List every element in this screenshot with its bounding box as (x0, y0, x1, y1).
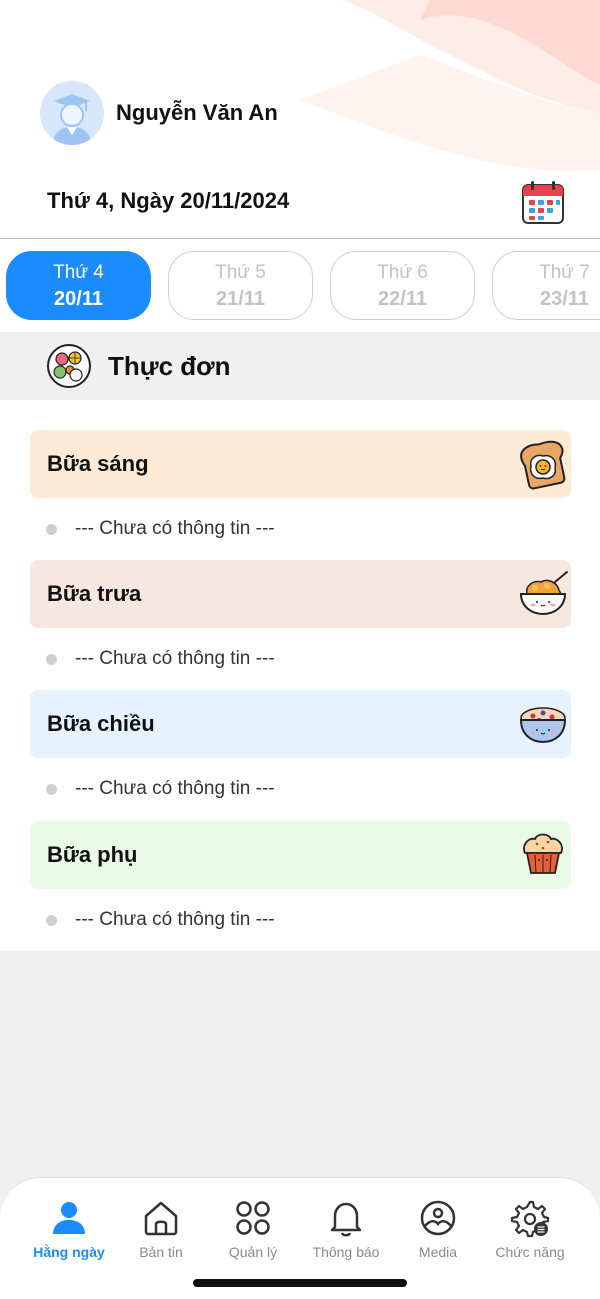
day-date: 20/11 (54, 287, 103, 310)
user-name: Nguyễn Văn An (116, 100, 278, 125)
day-weekday: Thứ 7 (539, 261, 590, 283)
day-date: 23/11 (540, 287, 589, 310)
bell-icon (330, 1202, 362, 1237)
person-icon (53, 1202, 85, 1234)
day-date: 21/11 (216, 287, 265, 310)
tab-news[interactable]: Bản tin (115, 1198, 207, 1260)
day-selector[interactable]: Thứ 4 20/11 Thứ 5 21/11 Thứ 6 22/11 Thứ … (0, 239, 600, 332)
tab-media[interactable]: Media (392, 1198, 484, 1260)
tab-label: Bản tin (139, 1244, 183, 1260)
tab-label: Quản lý (228, 1244, 278, 1260)
meal-lunch[interactable]: Bữa trưa (30, 560, 571, 628)
calendar-button[interactable] (520, 180, 566, 226)
day-tab-3[interactable]: Thứ 7 23/11 (492, 251, 600, 320)
tab-label: Media (418, 1244, 458, 1260)
bullet-dot (46, 523, 57, 535)
current-date: Thứ 4, Ngày 20/11/2024 (47, 188, 290, 213)
meal-title: Bữa sáng (47, 451, 149, 476)
meal-afternoon[interactable]: Bữa chiều (30, 690, 571, 758)
student-avatar-icon (40, 81, 104, 145)
home-indicator (193, 1279, 407, 1287)
meal-title: Bữa trưa (47, 581, 142, 606)
meal-note-text: --- Chưa có thông tin --- (75, 648, 275, 669)
tab-manage[interactable]: Quản lý (207, 1198, 299, 1260)
bullet-dot (46, 914, 57, 926)
day-weekday: Thứ 6 (377, 261, 428, 283)
tab-daily[interactable]: Hằng ngày (23, 1198, 115, 1260)
berry-bowl-icon (519, 707, 567, 744)
meal-snack[interactable]: Bữa phụ (30, 821, 571, 889)
day-tab-1[interactable]: Thứ 5 21/11 (168, 251, 313, 320)
tab-notifications[interactable]: Thông báo (300, 1198, 392, 1260)
meal-list: Bữa sáng --- Chưa có thông tin --- Bữa t… (0, 400, 600, 951)
toast-egg-icon (520, 440, 566, 490)
user-profile[interactable]: Nguyễn Văn An (40, 81, 278, 145)
muffin-icon (523, 833, 563, 874)
food-plate-icon (47, 344, 91, 388)
home-icon (144, 1201, 178, 1236)
tab-label: Chức năng (495, 1244, 565, 1260)
calendar-icon (522, 181, 564, 224)
tab-functions[interactable]: Chức năng (484, 1198, 576, 1260)
gear-icon (510, 1200, 550, 1238)
meal-note-text: --- Chưa có thông tin --- (75, 778, 275, 799)
menu-title: Thực đơn (108, 350, 231, 381)
tab-label: Thông báo (312, 1244, 380, 1260)
meal-note: --- Chưa có thông tin --- (46, 648, 275, 670)
image-icon (420, 1200, 456, 1236)
day-tab-2[interactable]: Thứ 6 22/11 (330, 251, 475, 320)
rice-bowl-icon (519, 571, 568, 616)
day-date: 22/11 (378, 287, 427, 310)
meal-note-text: --- Chưa có thông tin --- (75, 518, 275, 539)
bullet-dot (46, 653, 57, 665)
meal-title: Bữa chiều (47, 711, 155, 736)
meal-note: --- Chưa có thông tin --- (46, 778, 275, 800)
day-weekday: Thứ 4 (53, 261, 104, 283)
meal-note: --- Chưa có thông tin --- (46, 909, 275, 931)
bullet-dot (46, 783, 57, 795)
grid-icon (236, 1201, 270, 1235)
meal-breakfast[interactable]: Bữa sáng (30, 430, 571, 498)
avatar[interactable] (40, 81, 104, 145)
day-tab-0[interactable]: Thứ 4 20/11 (6, 251, 151, 320)
menu-section-header: Thực đơn (0, 332, 600, 400)
meal-note: --- Chưa có thông tin --- (46, 518, 275, 540)
day-weekday: Thứ 5 (215, 261, 266, 283)
tab-label: Hằng ngày (33, 1244, 105, 1260)
meal-note-text: --- Chưa có thông tin --- (75, 909, 275, 930)
meal-title: Bữa phụ (47, 842, 138, 867)
